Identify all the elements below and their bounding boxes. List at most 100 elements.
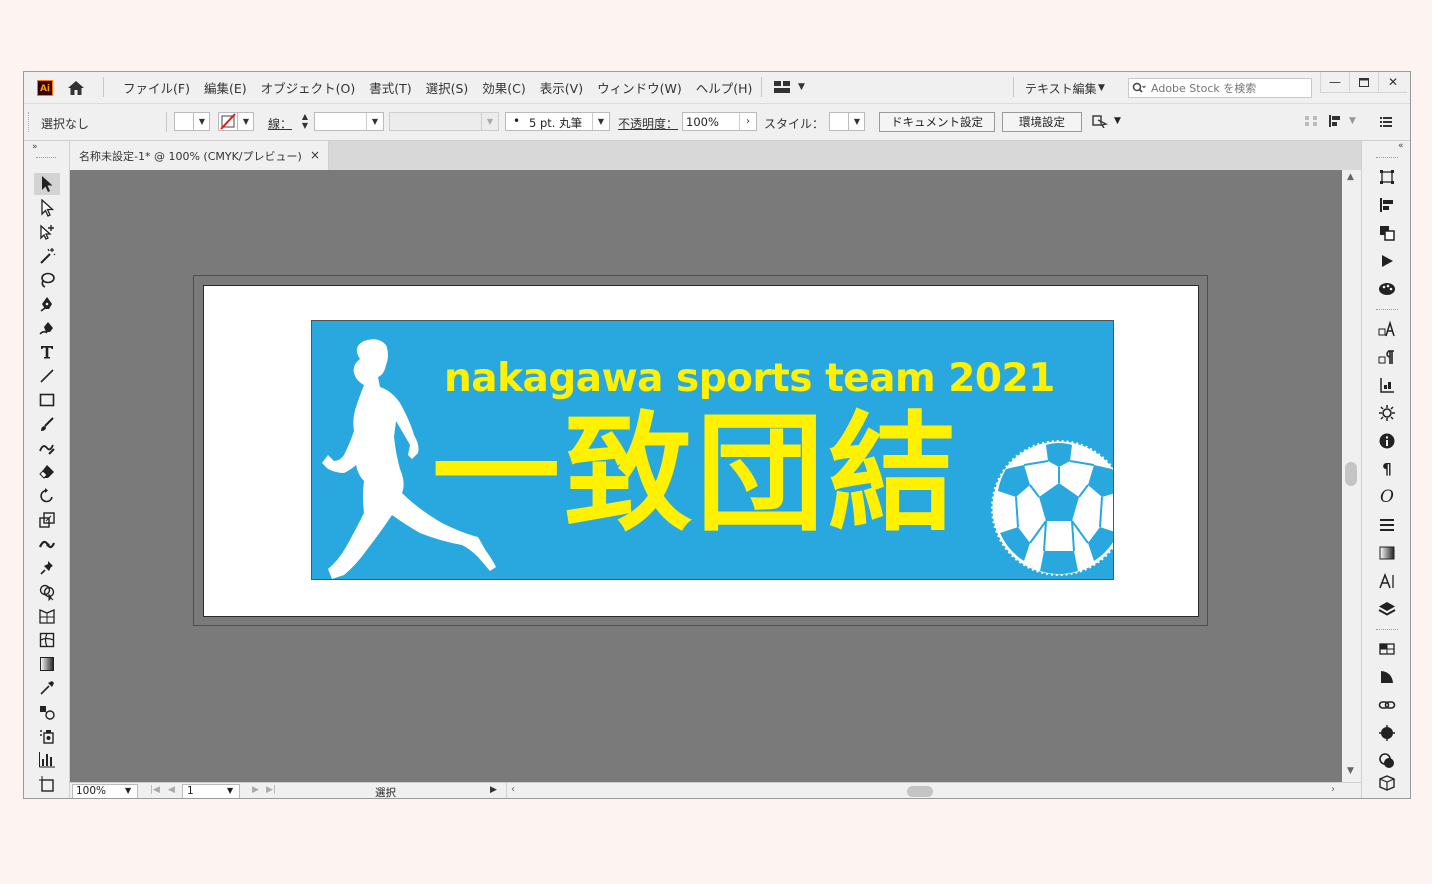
status-menu-icon[interactable]: ▶: [490, 785, 497, 795]
scroll-left-icon[interactable]: ‹: [511, 784, 515, 795]
pathfinder-panel-button[interactable]: [1374, 221, 1400, 245]
rotate-tool[interactable]: [34, 485, 60, 507]
arrange-documents-icon[interactable]: [1092, 114, 1108, 128]
text-edit-workspace[interactable]: テキスト編集: [1025, 80, 1097, 97]
scroll-down-icon[interactable]: ▼: [1347, 766, 1354, 776]
soccer-ball-image[interactable]: [984, 433, 1114, 580]
variable-width-profile[interactable]: ▼: [389, 112, 499, 131]
artboard-tool[interactable]: [34, 773, 60, 795]
next-artboard-icon[interactable]: ▶: [252, 785, 259, 795]
perspective-grid-tool[interactable]: [34, 605, 60, 627]
3d-panel-button[interactable]: [1374, 773, 1400, 793]
chevron-down-icon[interactable]: ▼: [1114, 116, 1121, 126]
opacity-field[interactable]: 100% ›: [682, 112, 757, 131]
blend-tool[interactable]: [34, 701, 60, 723]
direct-selection-tool[interactable]: [34, 197, 60, 219]
document-tab[interactable]: 名称未設定-1* @ 100% (CMYK/プレビュー) ×: [70, 141, 329, 170]
magic-wand-tool[interactable]: [34, 245, 60, 267]
rectangle-tool[interactable]: [34, 389, 60, 411]
menu-type[interactable]: 書式(T): [362, 78, 418, 97]
gradient-tool[interactable]: [34, 653, 60, 675]
line-segment-tool[interactable]: [34, 365, 60, 387]
color-panel-button[interactable]: [1374, 721, 1400, 745]
artboard-number-field[interactable]: 1 ▼: [182, 784, 240, 798]
shaper-tool[interactable]: [34, 437, 60, 459]
document-setup-button[interactable]: ドキュメント設定: [879, 112, 995, 132]
panel-menu-icon[interactable]: [1378, 114, 1394, 128]
menu-help[interactable]: ヘルプ(H): [689, 78, 760, 97]
curvature-tool[interactable]: [34, 317, 60, 339]
selection-tool[interactable]: [34, 173, 60, 195]
panel-grip[interactable]: [1376, 309, 1398, 310]
menu-view[interactable]: 表示(V): [533, 78, 590, 97]
stroke-weight-label[interactable]: 線：: [268, 115, 292, 132]
eraser-tool[interactable]: [34, 461, 60, 483]
column-graph-tool[interactable]: [34, 749, 60, 771]
menu-file[interactable]: ファイル(F): [116, 78, 197, 97]
artboard[interactable]: nakagawa sports team 2021 一致団結: [203, 285, 1199, 617]
group-selection-tool[interactable]: [34, 221, 60, 243]
graphic-styles-panel-button[interactable]: [1374, 749, 1400, 773]
menu-object[interactable]: オブジェクト(O): [254, 78, 363, 97]
document-tab-title[interactable]: 名称未設定-1* @ 100% (CMYK/プレビュー): [79, 148, 302, 164]
transform-panel-button[interactable]: [1374, 165, 1400, 189]
chevron-down-icon[interactable]: ▼: [1098, 83, 1105, 93]
brush-definition[interactable]: • 5 pt. 丸筆 ▼: [505, 112, 610, 131]
scroll-right-icon[interactable]: ›: [1331, 784, 1335, 795]
character-panel-button[interactable]: [1374, 569, 1400, 593]
width-tool[interactable]: [34, 533, 60, 555]
home-icon[interactable]: [66, 79, 86, 97]
paragraph-styles-panel-button[interactable]: [1374, 345, 1400, 369]
transform-grid-icon[interactable]: [1303, 114, 1319, 128]
maximize-button[interactable]: [1349, 72, 1378, 93]
menu-select[interactable]: 選択(S): [419, 78, 476, 97]
preferences-button[interactable]: 環境設定: [1002, 112, 1082, 132]
horizontal-scrollbar[interactable]: ‹ ›: [506, 783, 1360, 798]
scroll-up-icon[interactable]: ▲: [1347, 172, 1354, 182]
symbol-sprayer-tool[interactable]: [34, 725, 60, 747]
fill-dropdown[interactable]: ▼: [194, 112, 210, 131]
stroke-stepper[interactable]: ▲ ▼: [298, 112, 312, 131]
first-artboard-icon[interactable]: |◀: [150, 785, 160, 795]
collapse-dock-icon[interactable]: «: [1398, 141, 1404, 151]
gradient-panel-button[interactable]: [1374, 541, 1400, 565]
type-tool[interactable]: [34, 341, 60, 363]
workspace-layout-icon[interactable]: [774, 81, 790, 94]
opacity-value[interactable]: 100%: [686, 115, 719, 129]
puppet-warp-tool[interactable]: [34, 557, 60, 579]
chevron-down-icon[interactable]: ▼: [227, 786, 233, 795]
vertical-scrollbar[interactable]: ▲ ▼: [1342, 170, 1361, 782]
info-panel-button[interactable]: [1374, 429, 1400, 453]
panel-grip[interactable]: [36, 157, 56, 160]
stroke-dropdown[interactable]: ▼: [238, 112, 254, 131]
opacity-label[interactable]: 不透明度：: [618, 115, 678, 132]
search-input[interactable]: [1151, 80, 1301, 96]
align-panel-button[interactable]: [1374, 193, 1400, 217]
banner-subtitle[interactable]: nakagawa sports team 2021: [444, 356, 1055, 401]
banner-artwork[interactable]: nakagawa sports team 2021 一致団結: [311, 320, 1114, 580]
lasso-tool[interactable]: [34, 269, 60, 291]
chevron-down-icon[interactable]: ▼: [1349, 116, 1356, 126]
chevron-down-icon[interactable]: ▼: [125, 786, 131, 795]
paragraph-panel-button[interactable]: ¶: [1374, 457, 1400, 481]
horizontal-scroll-thumb[interactable]: [907, 786, 933, 797]
character-styles-panel-button[interactable]: [1374, 317, 1400, 341]
status-mode[interactable]: 選択: [375, 785, 396, 798]
menu-edit[interactable]: 編集(E): [197, 78, 254, 97]
artboard-number[interactable]: 1: [187, 785, 194, 797]
panel-grip[interactable]: [28, 112, 33, 132]
banner-headline[interactable]: 一致団結: [432, 405, 960, 545]
collapse-toolbar-icon[interactable]: »: [32, 142, 38, 152]
paintbrush-tool[interactable]: [34, 413, 60, 435]
glyphs-panel-button[interactable]: [1374, 373, 1400, 397]
stroke-weight-field[interactable]: ▼: [314, 112, 384, 131]
links-panel-button[interactable]: [1374, 693, 1400, 717]
panel-grip[interactable]: [1376, 629, 1398, 630]
graphic-style-dropdown[interactable]: ▼: [849, 112, 865, 131]
actions-panel-button[interactable]: [1374, 249, 1400, 273]
vertical-scroll-thumb[interactable]: [1345, 462, 1357, 486]
align-icon[interactable]: [1328, 114, 1344, 128]
adobe-stock-search[interactable]: [1128, 78, 1312, 98]
fill-swatch[interactable]: [174, 112, 194, 131]
chevron-down-icon[interactable]: ▼: [798, 82, 805, 92]
